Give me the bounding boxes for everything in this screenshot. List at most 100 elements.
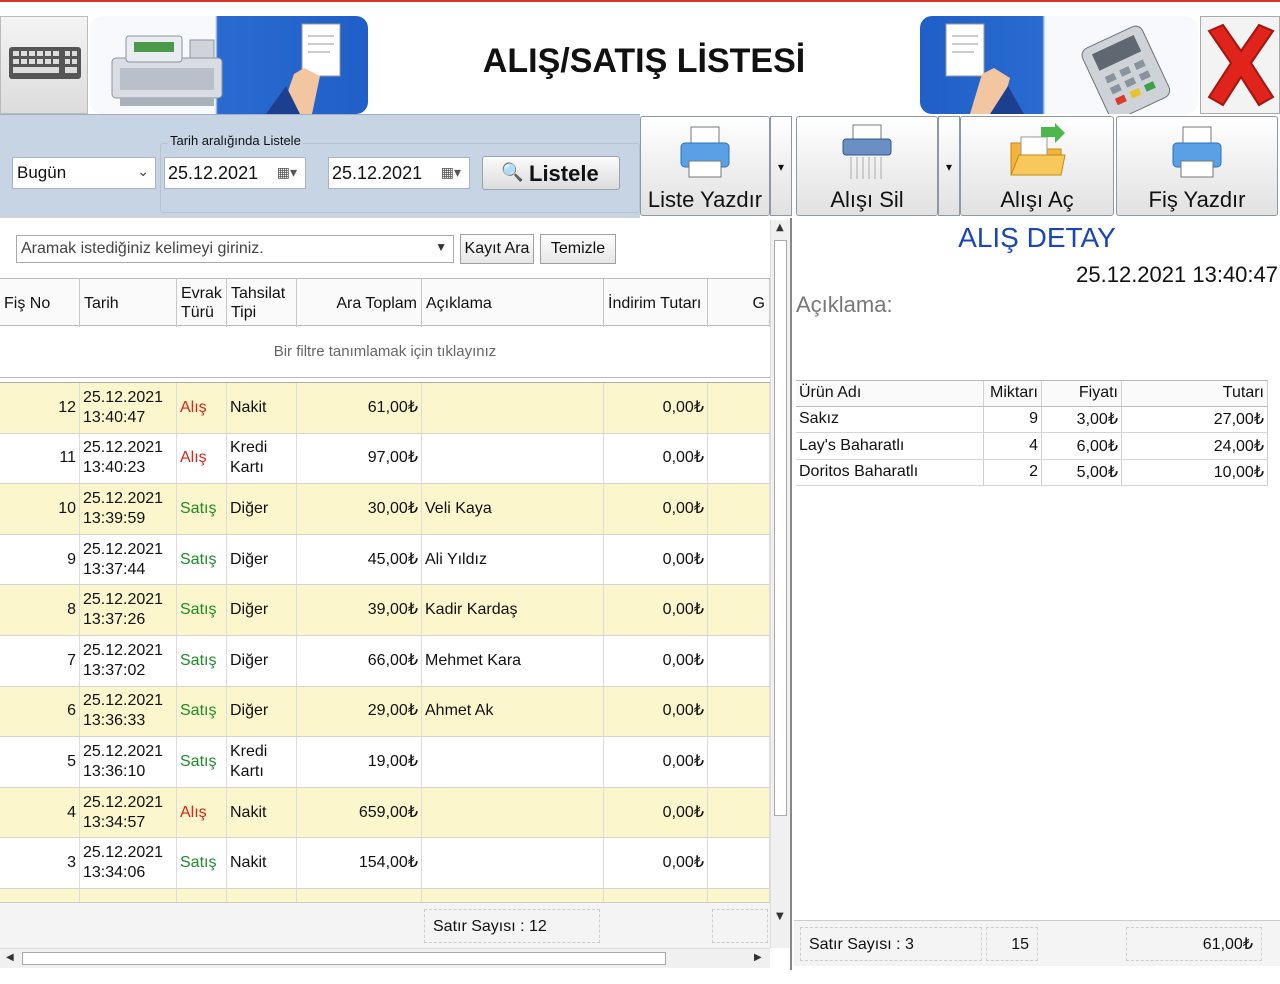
col-total[interactable]: Tutarı [1122, 381, 1268, 406]
receipt-no-cell: 4 [0, 787, 80, 838]
table-row[interactable]: 5 25.12.2021 13:36:10 Satış Kredi Kartı 19,00… [0, 737, 770, 788]
print-list-label: Liste Yazdır [647, 187, 763, 212]
subtotal-cell: 154,00₺ [297, 838, 422, 888]
delete-button[interactable]: Alışı Sil [796, 116, 938, 216]
payment-type-cell: Diğer [227, 635, 297, 686]
search-records-button[interactable]: Kayıt Ara [460, 234, 534, 264]
scroll-thumb[interactable] [22, 952, 666, 965]
calendar-icon[interactable]: ▦▾ [277, 164, 297, 181]
delete-dropdown[interactable]: ▾ [938, 116, 960, 216]
search-input[interactable]: Aramak istediğiniz kelimeyi giriniz. ▼ [16, 235, 454, 263]
filter-row[interactable]: Bir filtre tanımlamak için tıklayınız [0, 326, 770, 378]
table-row[interactable]: 12 25.12.2021 13:40:47 Alış Nakit 61,00₺ 0,00₺ [0, 383, 770, 434]
col-overflow[interactable]: G [708, 279, 770, 327]
delete-label: Alışı Sil [830, 187, 904, 212]
chevron-down-icon[interactable]: ▼ [435, 240, 447, 254]
horizontal-scrollbar[interactable]: ◀ ▶ [0, 948, 770, 968]
scroll-down-icon[interactable]: ▼ [776, 911, 784, 922]
time-value: 13:39:59 [83, 509, 146, 527]
detail-panel: ALIŞ DETAY 25.12.2021 13:40:47 Açıklama:… [794, 218, 1280, 970]
detail-title: ALIŞ DETAY [958, 222, 1116, 253]
close-button[interactable] [1200, 16, 1280, 114]
detail-grid-body: Sakız 9 3,00₺ 27,00₺ Lay's Baharatlı 4 6,00₺ 24… [796, 406, 1268, 486]
payment-type-cell: Diğer [227, 686, 297, 737]
col-date[interactable]: Tarih [80, 279, 177, 327]
subtotal-cell [297, 888, 422, 902]
product-name-cell: Lay's Baharatlı [796, 433, 984, 459]
receipt-no-cell: 5 [0, 737, 80, 787]
date-cell: 25.12.2021 13:39:59 [80, 484, 177, 534]
vertical-scrollbar[interactable]: ▲ ▼ [770, 220, 790, 948]
scroll-up-icon[interactable]: ▲ [776, 222, 784, 233]
detail-footer: Satır Sayısı : 3 15 61,00₺ [794, 920, 1280, 966]
detail-row[interactable]: Doritos Baharatlı 2 5,00₺ 10,00₺ [796, 459, 1268, 486]
receipt-no-cell: 7 [0, 635, 80, 686]
col-quantity[interactable]: Miktarı [984, 381, 1042, 406]
date-value: 25.12.2021 [83, 742, 164, 760]
open-button[interactable]: Alışı Aç [960, 116, 1114, 216]
date-cell: 25.12.2021 13:40:47 [80, 383, 177, 433]
date-range-caption: Tarih aralığında Listele [168, 133, 303, 148]
date-value: 25.12.2021 [83, 844, 164, 862]
scroll-left-icon[interactable]: ◀ [6, 952, 14, 963]
print-list-dropdown[interactable]: ▾ [770, 116, 792, 216]
col-subtotal[interactable]: Ara Toplam [297, 279, 422, 327]
col-receipt-no[interactable]: Fiş No [0, 279, 80, 327]
detail-row[interactable]: Sakız 9 3,00₺ 27,00₺ [796, 406, 1268, 433]
date-cell: 25.12.2021 13:40:23 [80, 433, 177, 484]
price-cell: 5,00₺ [1042, 459, 1122, 485]
detail-qty-total: 15 [986, 927, 1038, 961]
date-to-field[interactable]: 25.12.2021 ▦▾ [328, 157, 470, 189]
col-discount[interactable]: İndirim Tutarı [604, 279, 708, 327]
col-payment-type[interactable]: Tahsilat Tipi [227, 279, 297, 327]
subtotal-cell: 659,00₺ [297, 787, 422, 838]
pos-terminal-icon [945, 23, 1171, 114]
date-cell: 25.12.2021 13:37:26 [80, 585, 177, 635]
col-description[interactable]: Açıklama [422, 279, 604, 327]
table-row[interactable]: 11 25.12.2021 13:40:23 Alış Kredi Kartı 97,00… [0, 433, 770, 485]
col-price[interactable]: Fiyatı [1042, 381, 1122, 406]
document-type-cell: Satış [177, 585, 227, 635]
table-row[interactable]: 25.12.2021 [0, 888, 770, 902]
clear-button[interactable]: Temizle [540, 234, 616, 264]
calendar-icon[interactable]: ▦▾ [441, 164, 461, 181]
description-cell: Ahmet Ak [422, 686, 604, 737]
table-row[interactable]: 7 25.12.2021 13:37:02 Satış Diğer 66,00₺ Mehme… [0, 635, 770, 687]
keyboard-button[interactable] [0, 16, 88, 114]
subtotal-cell: 61,00₺ [297, 383, 422, 433]
scroll-right-icon[interactable]: ▶ [754, 952, 762, 963]
list-button[interactable]: 🔍 Listele [482, 156, 620, 190]
receipt-no-cell: 3 [0, 838, 80, 888]
printer-icon [675, 123, 735, 183]
print-receipt-button[interactable]: Fiş Yazdır [1116, 116, 1278, 216]
scroll-thumb[interactable] [774, 240, 787, 816]
detail-grand-total: 61,00₺ [1126, 927, 1262, 961]
open-folder-icon [1007, 123, 1067, 183]
table-row[interactable]: 10 25.12.2021 13:39:59 Satış Diğer 30,00₺ Veli… [0, 484, 770, 535]
date-from-field[interactable]: 25.12.2021 ▦▾ [164, 157, 306, 189]
table-row[interactable]: 4 25.12.2021 13:34:57 Alış Nakit 659,00₺ 0,00₺ [0, 787, 770, 839]
payment-type-cell: Nakit [227, 383, 297, 433]
col-document-type[interactable]: Evrak Türü [177, 279, 227, 327]
table-row[interactable]: 8 25.12.2021 13:37:26 Satış Diğer 39,00₺ Kadir… [0, 585, 770, 636]
date-value: 25.12.2021 [83, 641, 164, 659]
table-row[interactable]: 9 25.12.2021 13:37:44 Satış Diğer 45,00₺ Ali Y… [0, 534, 770, 586]
period-select[interactable]: Bugün ⌄ [12, 157, 156, 189]
footer-cell [712, 909, 768, 943]
col-product-name[interactable]: Ürün Adı [796, 381, 984, 406]
table-row[interactable]: 6 25.12.2021 13:36:33 Satış Diğer 29,00₺ Ahmet… [0, 686, 770, 738]
sale-banner-left [90, 16, 368, 114]
document-type-cell: Satış [177, 838, 227, 888]
description-cell: Kadir Kardaş [422, 585, 604, 635]
document-type-cell: Satış [177, 534, 227, 585]
description-cell [422, 383, 604, 433]
detail-row[interactable]: Lay's Baharatlı 4 6,00₺ 24,00₺ [796, 433, 1268, 460]
print-list-button[interactable]: Liste Yazdır [640, 116, 770, 216]
page-title: ALIŞ/SATIŞ LİSTESİ [482, 42, 806, 80]
table-row[interactable]: 3 25.12.2021 13:34:06 Satış Nakit 154,00₺ 0,00… [0, 838, 770, 889]
search-placeholder: Aramak istediğiniz kelimeyi giriniz. [21, 240, 264, 257]
discount-cell [604, 888, 708, 902]
description-cell: Ali Yıldız [422, 534, 604, 585]
total-cell: 27,00₺ [1122, 406, 1268, 432]
time-value: 13:34:06 [83, 864, 146, 882]
